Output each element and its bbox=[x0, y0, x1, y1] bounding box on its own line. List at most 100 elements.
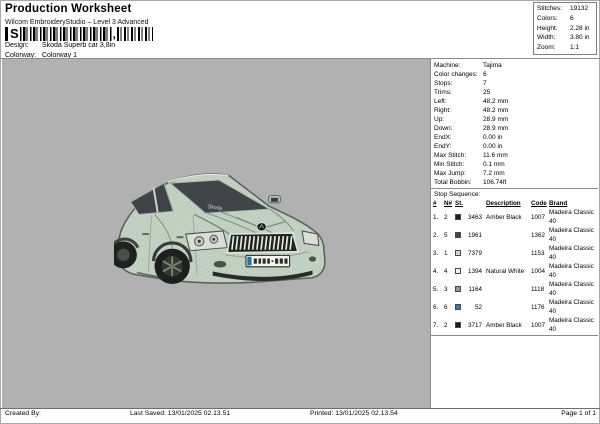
barcode-prefix: S bbox=[9, 27, 20, 41]
machine-setting-label: Min Stitch: bbox=[434, 160, 483, 169]
barcode-bars bbox=[117, 27, 153, 41]
stop-description: Natural White bbox=[484, 267, 531, 276]
machine-setting-row: EndX: 0.00 in bbox=[431, 133, 598, 142]
machine-setting-row: Up: 28.9 mm bbox=[431, 115, 598, 124]
stop-stitch-count: 1164 bbox=[463, 285, 484, 294]
thread-color-swatch bbox=[455, 214, 461, 220]
stop-needle: 2 bbox=[444, 321, 455, 330]
stats-row: Height: 2.28 in bbox=[537, 24, 596, 34]
machine-setting-label: Max Stitch: bbox=[434, 151, 483, 160]
thread-color-swatch bbox=[455, 232, 461, 238]
stop-num: 2. bbox=[433, 231, 444, 240]
stop-needle: 2 bbox=[444, 213, 455, 222]
thread-brand: Madeira Classic 40 bbox=[549, 244, 599, 262]
thread-color-swatch bbox=[455, 250, 461, 256]
car-illustration: Škoda bbox=[114, 167, 326, 297]
thread-code: 1007 bbox=[531, 321, 549, 330]
machine-setting-value: 0.00 in bbox=[483, 142, 598, 151]
machine-setting-row: Down: 28.9 mm bbox=[431, 124, 598, 133]
machine-setting-label: Trims: bbox=[434, 88, 483, 97]
stop-num: 3. bbox=[433, 249, 444, 258]
machine-setting-value: 28.9 mm bbox=[483, 124, 598, 133]
design-stats-box: Stitches: 19132 Colors: 6 Height: 2.28 i… bbox=[533, 2, 597, 55]
col-description: Description bbox=[484, 199, 531, 208]
stop-sequence-row: 5. 3 1164 1118 Madeira Classic 40 bbox=[431, 280, 598, 298]
machine-setting-value: 11.6 mm bbox=[483, 151, 598, 160]
thread-brand: Madeira Classic 40 bbox=[549, 226, 599, 244]
stat-label: Height: bbox=[537, 24, 570, 34]
machine-setting-row: Total Bobbin: 106.74ft bbox=[431, 178, 598, 187]
footer: Created By: Last Saved: 13/01/2025 02.13… bbox=[0, 410, 600, 424]
machine-setting-label: EndY: bbox=[434, 142, 483, 151]
machine-setting-row: Min Stitch: 0.1 mm bbox=[431, 160, 598, 169]
stop-needle: 6 bbox=[444, 303, 455, 312]
machine-setting-label: Right: bbox=[434, 106, 483, 115]
stats-row: Zoom: 1:1 bbox=[537, 43, 596, 53]
production-worksheet-page: Production Worksheet Wilcom EmbroiderySt… bbox=[0, 0, 600, 424]
machine-setting-row: Left: 48.2 mm bbox=[431, 97, 598, 106]
col-code: Code bbox=[531, 199, 549, 208]
machine-setting-label: Stops: bbox=[434, 79, 483, 88]
machine-setting-label: EndX: bbox=[434, 133, 483, 142]
col-brand: Brand bbox=[549, 199, 599, 208]
machine-setting-row: Color changes: 6 bbox=[431, 70, 598, 79]
machine-setting-value: 7.2 mm bbox=[483, 169, 598, 178]
machine-setting-row: EndY: 0.00 in bbox=[431, 142, 598, 151]
stop-num: 7. bbox=[433, 321, 444, 330]
machine-setting-label: Up: bbox=[434, 115, 483, 124]
last-saved-text: Last Saved: 13/01/2025 02.13.51 bbox=[130, 410, 230, 417]
stop-stitch-count: 1961 bbox=[463, 231, 484, 240]
license-plate bbox=[246, 255, 290, 266]
machine-setting-label: Down: bbox=[434, 124, 483, 133]
machine-setting-value: 25 bbox=[483, 88, 598, 97]
stat-label: Colors: bbox=[537, 14, 570, 24]
col-num: # bbox=[433, 199, 444, 208]
machine-setting-value: 0.00 in bbox=[483, 133, 598, 142]
thread-color-swatch bbox=[455, 322, 461, 328]
stop-sequence-row: 6. 6 52 1176 Madeira Classic 40 bbox=[431, 298, 598, 316]
stop-needle: 1 bbox=[444, 249, 455, 258]
stats-row: Stitches: 19132 bbox=[537, 4, 596, 14]
embroidery-design-car: Škoda bbox=[114, 167, 326, 297]
thread-brand: Madeira Classic 40 bbox=[549, 280, 599, 298]
app-subtitle: Wilcom EmbroideryStudio – Level 3 Advanc… bbox=[5, 19, 149, 26]
stats-row: Colors: 6 bbox=[537, 14, 596, 24]
thread-code: 1007 bbox=[531, 213, 549, 222]
stop-sequence-row: 7. 2 3717 Amber Black 1007 Madeira Class… bbox=[431, 316, 598, 334]
machine-setting-value: 6 bbox=[483, 70, 598, 79]
thread-code: 1176 bbox=[531, 303, 549, 312]
thread-code: 1153 bbox=[531, 249, 549, 258]
stop-stitch-count: 1394 bbox=[463, 267, 484, 276]
stop-stitch-count: 52 bbox=[463, 303, 484, 312]
stop-description: Amber Black bbox=[484, 321, 531, 330]
stop-sequence-header-row: # N# St. Description Code Brand bbox=[431, 199, 598, 208]
stat-value: 19132 bbox=[570, 4, 596, 14]
machine-setting-value: 0.1 mm bbox=[483, 160, 598, 169]
barcode-bar bbox=[5, 27, 8, 41]
machine-setting-row: Max Jump: 7.2 mm bbox=[431, 169, 598, 178]
stat-value: 3.80 in bbox=[570, 33, 596, 43]
stop-stitch-count: 3717 bbox=[463, 321, 484, 330]
thread-code: 1118 bbox=[531, 285, 549, 294]
stop-sequence-title: Stop Sequence: bbox=[431, 189, 598, 199]
thread-color-swatch bbox=[455, 286, 461, 292]
footer-divider bbox=[0, 408, 600, 409]
stop-needle: 4 bbox=[444, 267, 455, 276]
stop-num: 5. bbox=[433, 285, 444, 294]
stop-num: 4. bbox=[433, 267, 444, 276]
stop-num: 1. bbox=[433, 213, 444, 222]
stats-row: Width: 3.80 in bbox=[537, 33, 596, 43]
stat-value: 6 bbox=[570, 14, 596, 24]
info-panel: Machine: Tajima Color changes: 6 Stops: … bbox=[430, 59, 598, 408]
thread-color-swatch bbox=[455, 268, 461, 274]
design-preview-area: Škoda bbox=[2, 59, 430, 408]
stop-sequence-row: 3. 1 7379 1153 Madeira Classic 40 bbox=[431, 244, 598, 262]
thread-color-swatch bbox=[455, 304, 461, 310]
thread-brand: Madeira Classic 40 bbox=[549, 262, 599, 280]
stop-description: Amber Black bbox=[484, 213, 531, 222]
created-by-label: Created By: bbox=[5, 410, 41, 417]
col-st: St. bbox=[455, 199, 484, 208]
stop-stitch-count: 3463 bbox=[463, 213, 484, 222]
stat-label: Stitches: bbox=[537, 4, 570, 14]
machine-setting-row: Right: 48.2 mm bbox=[431, 106, 598, 115]
